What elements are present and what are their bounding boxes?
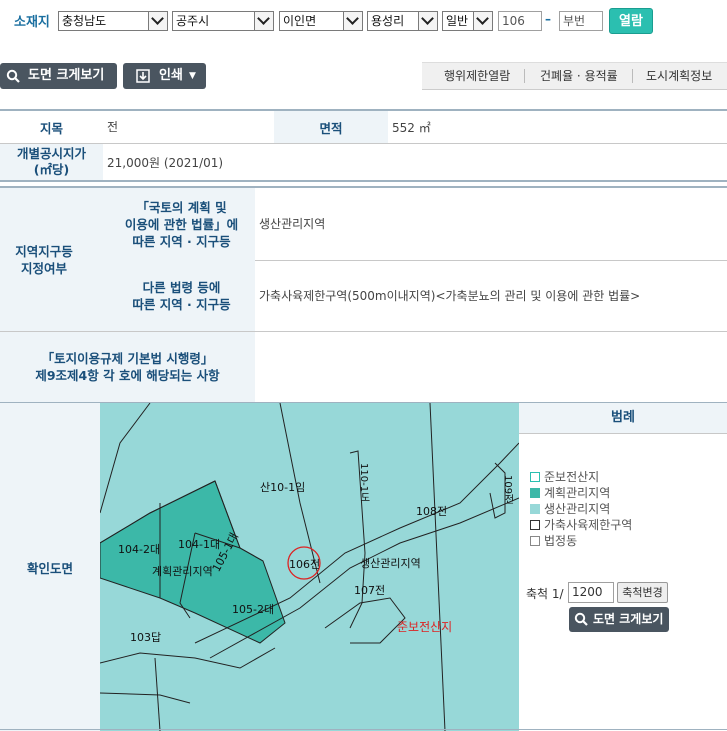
location-label: 소재지 <box>14 15 50 30</box>
row-divider <box>255 260 727 261</box>
tab-urban-plan[interactable]: 도시계획정보 <box>646 63 712 89</box>
land-category-value: 전 <box>107 120 119 134</box>
sub-number-input[interactable]: 부번 <box>559 11 603 31</box>
map-label: 107전 <box>354 584 386 597</box>
lot-boundary <box>100 692 191 704</box>
enlarge-map-button[interactable]: 도면 크게보기 <box>0 63 117 89</box>
legend-title: 범례 <box>519 403 727 433</box>
row-divider <box>0 143 727 144</box>
scale-input[interactable]: 1200 <box>568 582 614 603</box>
info-tabs: 행위제한열람 건폐율 · 용적률 도시계획정보 <box>422 62 727 90</box>
scale-label: 축척 1/ <box>526 587 564 601</box>
legend-swatch <box>530 520 540 530</box>
national-law-value: 생산관리지역 <box>259 217 326 231</box>
zoning-section-label: 지역지구등 지정여부 <box>15 243 73 276</box>
price-value: 21,000원 (2021/01) <box>107 156 224 170</box>
province-select[interactable]: 충청남도 <box>58 11 168 31</box>
map-label: 110-1도 <box>358 463 369 503</box>
enlarge-map-button-small[interactable]: 도면 크게보기 <box>569 607 669 632</box>
legend-swatch <box>530 472 540 482</box>
plan-zone-area <box>100 480 286 644</box>
map-label: 108전 <box>416 505 448 518</box>
tab-coverage-ratio[interactable]: 건폐율 · 용적률 <box>540 63 618 89</box>
chevron-down-icon <box>148 12 167 30</box>
tab-action-restriction[interactable]: 행위제한열람 <box>444 63 510 89</box>
other-law-value: 가축사육제한구역(500m이내지역)<가축분뇨의 관리 및 이용에 관한 법률> <box>259 289 641 303</box>
chevron-down-icon <box>254 12 273 30</box>
number-separator: – <box>545 12 551 26</box>
map-label: 109전 <box>502 475 513 505</box>
land-category-label: 지목 <box>0 111 103 143</box>
legend-swatch <box>530 488 540 498</box>
city-select[interactable]: 공주시 <box>172 11 274 31</box>
cadastral-map[interactable]: 산10-1임 108전 109전 110-1도 104-2대 104-1대 10… <box>100 403 519 731</box>
town-select[interactable]: 이인면 <box>279 11 363 31</box>
chevron-down-icon <box>343 12 362 30</box>
page-bottom-border <box>0 729 727 730</box>
map-zone-label: 준보전산지 <box>397 620 453 634</box>
map-label: 103답 <box>130 631 162 644</box>
tab-divider <box>632 69 633 83</box>
map-label: 104-1대 <box>178 538 221 551</box>
print-button[interactable]: 인쇄 ▼ <box>123 63 206 89</box>
open-button[interactable]: 열람 <box>609 8 653 34</box>
map-label: 산10-1임 <box>260 481 306 494</box>
chevron-down-icon <box>418 12 437 30</box>
dropdown-caret-icon: ▼ <box>189 71 196 81</box>
print-icon <box>136 69 150 83</box>
area-label: 면적 <box>274 111 388 143</box>
main-number-input[interactable]: 106 <box>498 11 542 31</box>
table-bottom-border <box>0 180 727 182</box>
area-value: 552 ㎡ <box>392 121 431 135</box>
legend-swatch <box>530 504 540 514</box>
magnifier-icon <box>574 612 588 626</box>
legend-swatch <box>530 536 540 546</box>
lot-boundary <box>100 647 276 669</box>
lot-boundary <box>324 597 406 644</box>
map-section-label: 확인도면 <box>0 403 100 731</box>
magnifier-icon <box>6 69 20 83</box>
national-law-label: 「국토의 계획 및 이용에 관한 법률」에 따른 지역 · 지구등 <box>124 199 239 249</box>
legend-divider <box>519 433 727 434</box>
tab-divider <box>524 69 525 83</box>
village-select[interactable]: 용성리 <box>367 11 438 31</box>
decree-label: 「토지이용규제 기본법 시행령」 제9조제4항 각 호에 해당되는 사항 <box>35 351 220 383</box>
map-zone-label: 생산관리지역 <box>360 557 421 570</box>
price-label: 개별공시지가 (㎡당) <box>0 144 103 180</box>
other-law-label: 다른 법령 등에 따른 지역 · 지구등 <box>132 280 231 312</box>
map-label-target: 106전 <box>289 558 321 571</box>
land-type-select[interactable]: 일반 <box>442 11 493 31</box>
chevron-down-icon <box>473 12 492 30</box>
lot-boundary <box>429 403 446 731</box>
search-bar: 소재지 충청남도 공주시 이인면 용성리 일반 106 – 부번 열람 <box>0 0 727 44</box>
scale-change-button[interactable]: 축척변경 <box>617 582 668 603</box>
map-label: 105-2대 <box>232 603 275 616</box>
lot-boundary <box>100 403 151 514</box>
map-label: 104-2대 <box>118 543 161 556</box>
map-zone-label: 계획관리지역 <box>152 565 213 578</box>
